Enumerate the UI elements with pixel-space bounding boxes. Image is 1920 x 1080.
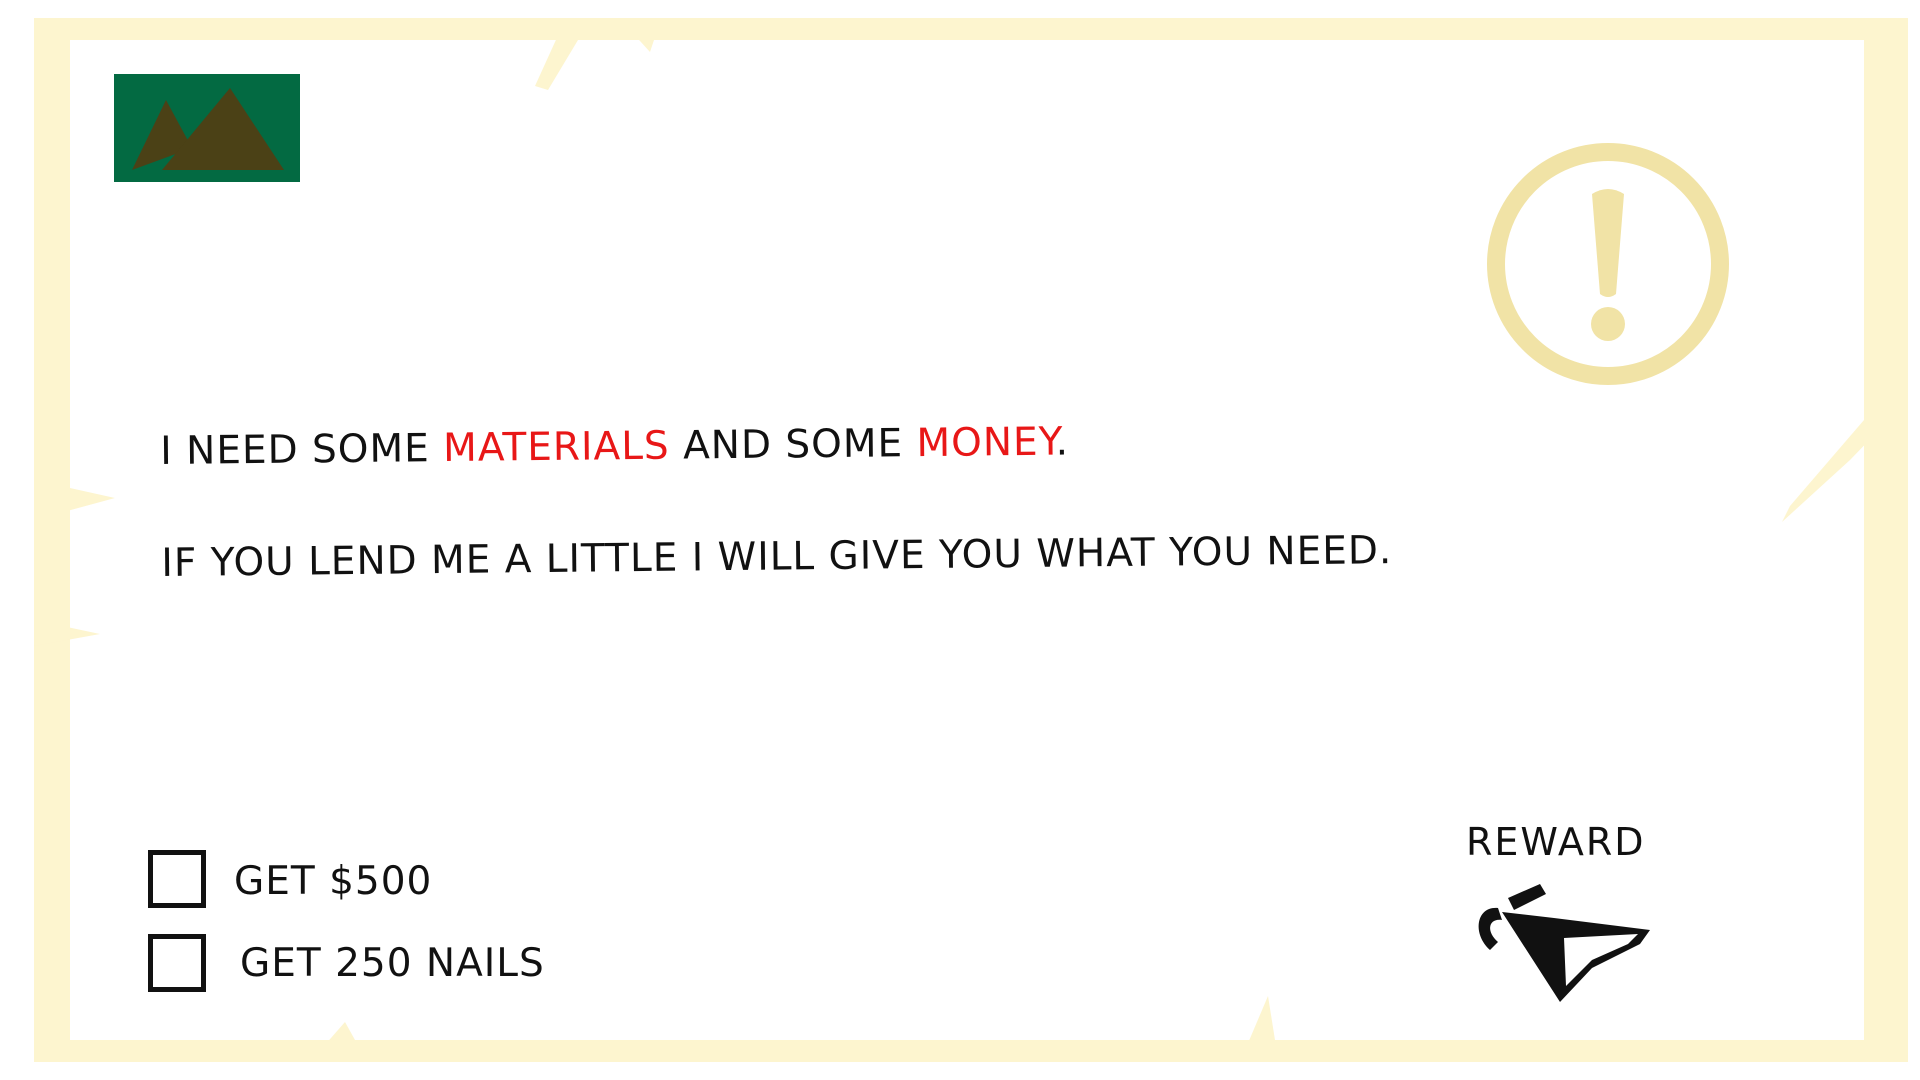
mountains-icon <box>132 88 284 170</box>
message-text: I NEED SOME <box>160 426 444 474</box>
exclamation-icon <box>1487 143 1729 385</box>
keyword-money: MONEY <box>916 419 1056 467</box>
option-label: GET 250 NAILS <box>240 941 545 986</box>
option-get-nails[interactable]: GET 250 NAILS <box>148 932 668 1014</box>
alert-badge <box>1482 138 1734 390</box>
checkbox-get-nails[interactable] <box>148 934 206 992</box>
reward-item <box>1468 882 1664 1006</box>
quest-card: I NEED SOME MATERIALS AND SOME MONEY. IF… <box>0 0 1920 1080</box>
reward-label: REWARD <box>1466 820 1646 864</box>
oil-can-icon <box>1478 884 1650 1002</box>
checkbox-get-money[interactable] <box>148 850 206 908</box>
map-thumbnail[interactable] <box>114 74 300 182</box>
reward-panel: REWARD <box>1456 818 1676 1008</box>
quest-message: I NEED SOME MATERIALS AND SOME MONEY. IF… <box>160 413 1562 588</box>
option-label: GET $500 <box>234 859 433 904</box>
option-get-money[interactable]: GET $500 <box>148 850 668 932</box>
message-text: AND SOME <box>669 421 917 469</box>
reward-options: GET $500 GET 250 NAILS <box>148 850 668 1014</box>
keyword-materials: MATERIALS <box>442 423 670 472</box>
message-text: . <box>1055 419 1070 465</box>
